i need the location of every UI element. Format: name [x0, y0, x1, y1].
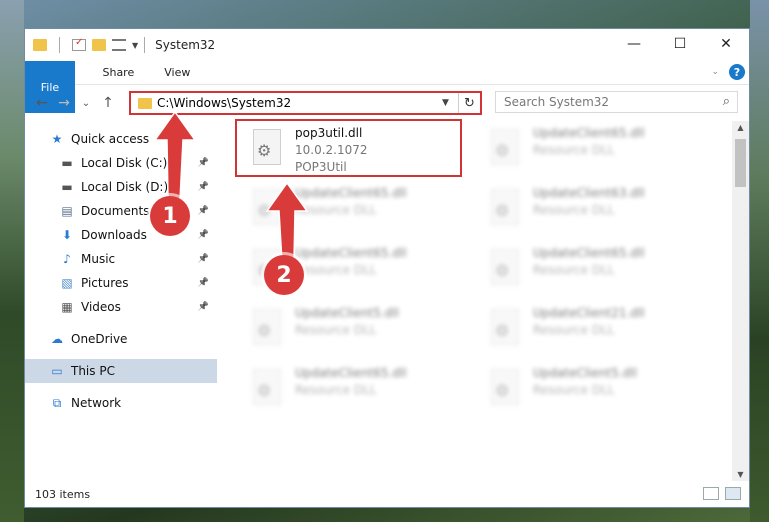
callout-step-2: 2: [264, 255, 304, 295]
callout-step-1: 1: [150, 196, 190, 236]
arrow-to-file: [265, 181, 309, 263]
annotation-arrows: [153, 110, 309, 263]
arrow-to-address-bar: [153, 110, 197, 201]
